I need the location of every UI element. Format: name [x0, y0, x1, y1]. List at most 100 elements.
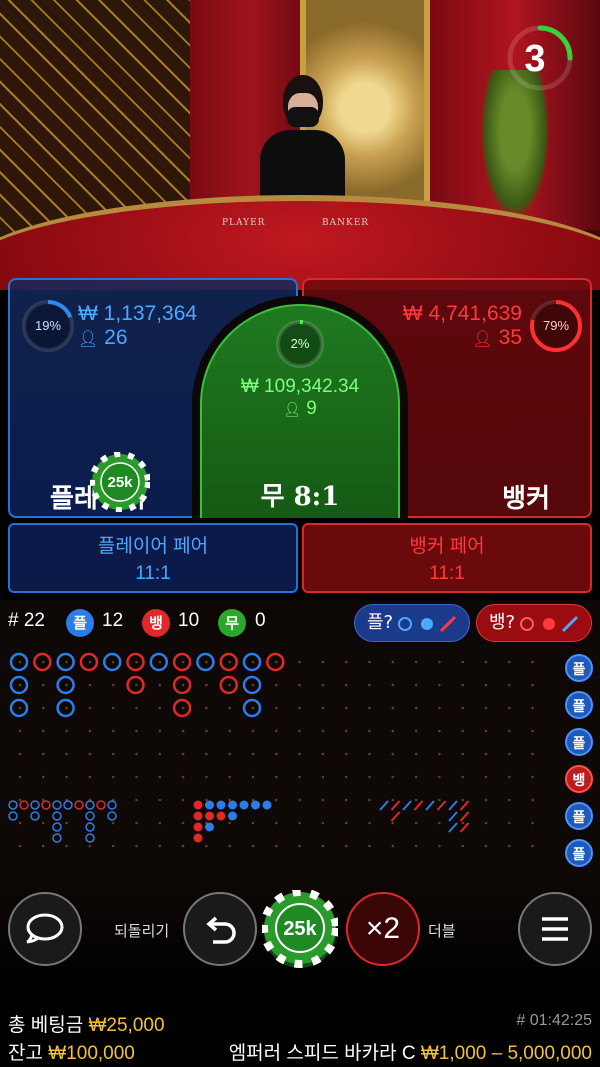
grid-dot: [65, 844, 68, 848]
grid-dot: [42, 844, 45, 848]
player-predict-icons: [398, 615, 457, 633]
grid-dot: [275, 798, 278, 802]
grid-dot: [344, 706, 348, 710]
grid-dot: [438, 660, 441, 664]
road-side-badge: 뱅: [565, 765, 593, 793]
grid-dot: [391, 798, 395, 802]
grid-dot: [438, 706, 441, 710]
grid-dot: [531, 844, 534, 848]
small-road-mark: [41, 800, 51, 810]
dealer: [255, 75, 345, 215]
grid-dot: [42, 706, 45, 710]
grid-dot: [484, 775, 488, 779]
bet-controls: 되돌리기 25k ×2 더블: [0, 876, 600, 986]
grid-dot: [391, 775, 395, 779]
double-button[interactable]: ×2: [346, 892, 420, 966]
grid-dot: [321, 706, 325, 710]
grid-dot: [368, 798, 371, 802]
grid-dot: [111, 844, 115, 848]
grid-dot: [205, 729, 208, 733]
small-road-mark: [52, 822, 62, 832]
grid-dot: [344, 844, 348, 848]
grid-dot: [228, 844, 231, 848]
grid-dot: [368, 660, 371, 664]
chat-button[interactable]: [8, 892, 82, 966]
small-road-mark: [85, 811, 95, 821]
grid-dot: [368, 683, 371, 687]
tie-area[interactable]: 2% ₩ 109,342.34 👤︎ 9 무 8:1: [200, 304, 400, 518]
small-road-mark: [52, 833, 62, 843]
menu-button[interactable]: [518, 892, 592, 966]
grid-dot: [135, 683, 138, 687]
grid-dot: [438, 798, 441, 802]
cockroach-road-mark: [448, 811, 458, 822]
grid-dot: [275, 683, 278, 687]
grid-dot: [275, 844, 278, 848]
grid-dot: [321, 775, 325, 779]
banker-pair-spot[interactable]: 뱅커 페어 11:1: [302, 523, 592, 593]
grid-dot: [181, 683, 185, 687]
small-road-mark: [63, 800, 73, 810]
tie-bet-spot[interactable]: 2% ₩ 109,342.34 👤︎ 9 무 8:1: [192, 296, 408, 518]
grid-dot: [461, 729, 465, 733]
grid-dot: [111, 752, 115, 756]
grid-dot: [42, 821, 45, 825]
grid-dot: [368, 706, 371, 710]
grid-dot: [18, 821, 22, 825]
player-total-amount: ₩ 1,137,364: [78, 302, 198, 325]
small-road-mark: [107, 800, 117, 810]
grid-dot: [321, 729, 325, 733]
grid-dot: [18, 775, 22, 779]
grid-dot: [158, 821, 162, 825]
grid-dot: [88, 752, 92, 756]
grid-dot: [461, 683, 465, 687]
grid-dot: [158, 660, 162, 664]
user-icon: 👤︎: [283, 401, 301, 417]
grid-dot: [42, 775, 45, 779]
grid-dot: [65, 706, 68, 710]
player-predict-button[interactable]: 플?: [354, 604, 470, 642]
grid-dot: [111, 775, 115, 779]
grid-dot: [298, 798, 301, 802]
grid-dot: [531, 821, 534, 825]
grid-dot: [111, 821, 115, 825]
grid-dot: [135, 660, 138, 664]
player-badge: 플: [66, 609, 94, 637]
chip-selector[interactable]: 25k: [262, 890, 338, 970]
cockroach-road-mark: [459, 822, 470, 833]
grid-dot: [158, 729, 162, 733]
road-side-badge: 플: [565, 728, 593, 756]
player-pair-spot[interactable]: 플레이어 페어 11:1: [8, 523, 298, 593]
game-id: # 01:42:25: [516, 1012, 592, 1029]
undo-button[interactable]: [183, 892, 257, 966]
grid-dot: [205, 660, 208, 664]
banker-bettor-count: 👤︎ 35: [472, 326, 522, 350]
grid-dot: [531, 775, 534, 779]
grid-dot: [461, 752, 465, 756]
grid-dot: [461, 706, 465, 710]
grid-dot: [391, 821, 395, 825]
grid-dot: [135, 775, 138, 779]
placed-chip[interactable]: 25k: [90, 452, 150, 512]
bead-road-mark: [228, 811, 237, 821]
grid-dot: [438, 821, 441, 825]
scoreboard-roads[interactable]: 플플플뱅플플: [0, 646, 600, 876]
grid-dot: [111, 683, 115, 687]
grid-dot: [18, 660, 22, 664]
grid-dot: [321, 798, 325, 802]
grid-dot: [344, 683, 348, 687]
undo-label: 되돌리기: [114, 923, 170, 940]
grid-dot: [205, 798, 208, 802]
grid-dot: [531, 798, 534, 802]
cockroach-road-mark: [379, 800, 389, 811]
grid-dot: [391, 844, 395, 848]
grid-dot: [88, 844, 92, 848]
grid-dot: [391, 660, 395, 664]
grid-dot: [321, 683, 325, 687]
cockroach-road-mark: [448, 822, 458, 833]
cockroach-road-mark: [436, 800, 447, 811]
grid-dot: [135, 752, 138, 756]
table-limits: ₩1,000 – 5,000,000: [420, 1043, 592, 1064]
banker-predict-button[interactable]: 뱅?: [476, 604, 592, 642]
grid-dot: [158, 844, 162, 848]
